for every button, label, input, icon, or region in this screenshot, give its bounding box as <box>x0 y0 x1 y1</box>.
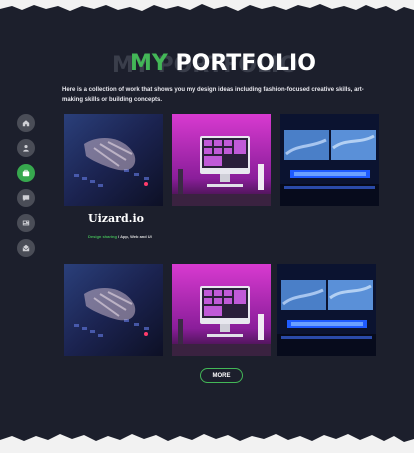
portfolio-item-imac-2[interactable] <box>172 264 271 356</box>
mail-icon <box>22 244 30 252</box>
featured-category: Design sharing <box>88 234 117 239</box>
sidebar-about-button[interactable] <box>17 139 35 157</box>
portfolio-heading: MY PORTFOLIO MY PORTFOLIO <box>0 50 414 80</box>
keyboard-hand-image <box>64 114 163 206</box>
news-icon <box>22 220 30 226</box>
featured-subtitle: Design sharing / App, Web and UI <box>88 234 152 239</box>
featured-caption: Uizard.io Design sharing / App, Web and … <box>88 212 152 243</box>
sidebar-blog-button[interactable] <box>17 214 35 232</box>
sidebar-contact-button[interactable] <box>17 239 35 257</box>
imac-desk-image <box>172 114 271 206</box>
sidebar-home-button[interactable] <box>17 114 35 132</box>
sidebar-testimonials-button[interactable] <box>17 189 35 207</box>
featured-tags: / App, Web and UI <box>116 234 152 239</box>
sidebar-nav <box>17 114 35 264</box>
imac-desk-image <box>172 264 271 356</box>
sidebar-portfolio-button[interactable] <box>17 164 35 182</box>
title-highlight: MY <box>130 51 168 76</box>
portfolio-item-keyboard-2[interactable] <box>64 264 163 356</box>
more-button[interactable]: MORE <box>200 368 243 383</box>
keyboard-hand-image <box>64 264 163 356</box>
featured-brand: Uizard.io <box>88 212 144 225</box>
portfolio-item-gaming-setup-2[interactable] <box>277 264 376 356</box>
gaming-setup-image <box>277 264 376 356</box>
gaming-setup-image <box>280 114 379 206</box>
briefcase-icon <box>22 169 30 177</box>
intro-text: Here is a collection of work that shows … <box>62 87 364 103</box>
home-icon <box>22 120 30 127</box>
portfolio-item-gaming-setup[interactable] <box>280 114 379 206</box>
page-title: MY PORTFOLIO <box>130 51 316 76</box>
user-icon <box>23 144 29 152</box>
portfolio-item-keyboard[interactable] <box>64 114 163 206</box>
portfolio-item-imac[interactable] <box>172 114 271 206</box>
torn-paper-bottom <box>0 434 414 453</box>
title-rest: PORTFOLIO <box>167 51 316 76</box>
torn-paper-top <box>0 0 414 11</box>
chat-icon <box>22 195 30 202</box>
